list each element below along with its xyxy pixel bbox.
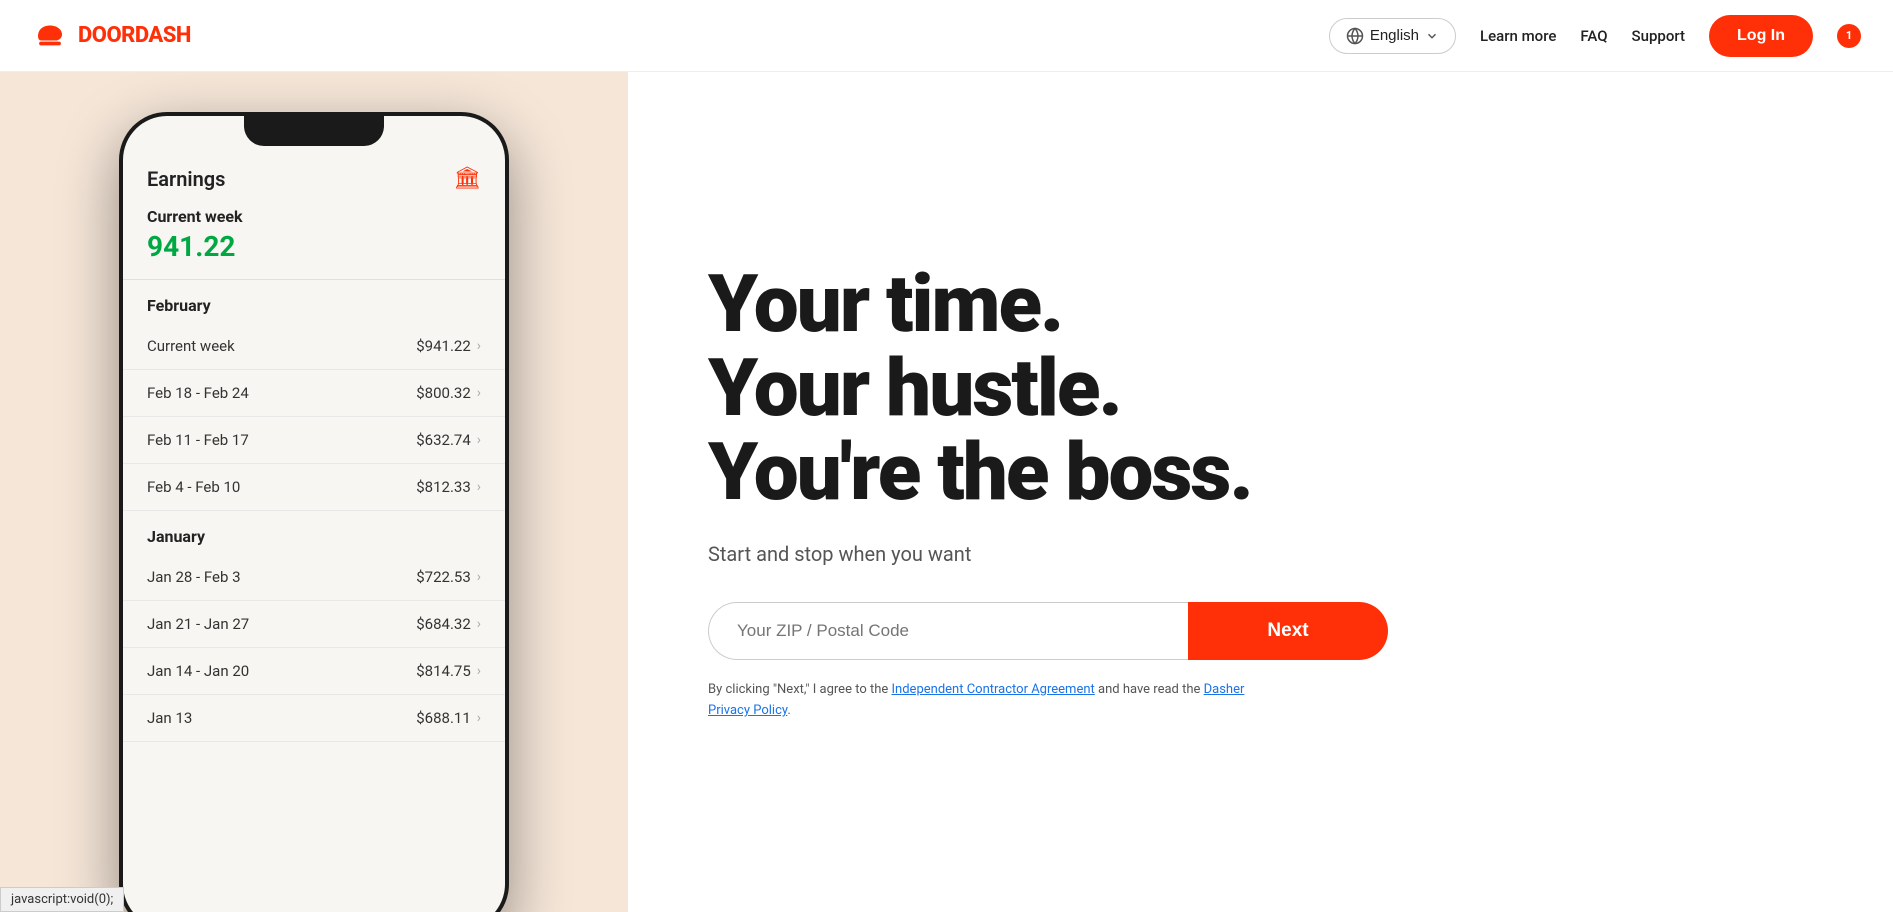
week-amount: $814.75 [416, 662, 471, 680]
chevron-right-icon: › [477, 663, 481, 679]
notification-badge[interactable]: 1 [1837, 24, 1861, 48]
current-week-label: Current week [147, 207, 481, 226]
language-label: English [1370, 27, 1419, 44]
support-link[interactable]: Support [1632, 27, 1685, 45]
phone-inner: Earnings 🏛 Current week 941.22 February … [123, 116, 505, 912]
table-row[interactable]: Jan 13 $688.11 › [123, 695, 505, 742]
hero-headline: Your time. Your hustle. You're the boss. [708, 262, 1813, 514]
table-row[interactable]: Jan 14 - Jan 20 $814.75 › [123, 648, 505, 695]
week-amount: $688.11 [416, 709, 471, 727]
week-range: Feb 18 - Feb 24 [147, 384, 249, 402]
hero-line3: You're the boss. [708, 425, 1252, 519]
table-row[interactable]: Feb 11 - Feb 17 $632.74 › [123, 417, 505, 464]
doordash-logo-text: DOORDASH [78, 23, 191, 48]
status-bar: javascript:void(0); [0, 887, 124, 912]
learn-more-link[interactable]: Learn more [1480, 27, 1556, 45]
week-amount-row: $800.32 › [416, 384, 481, 402]
hero-line2: Your hustle. [708, 341, 1121, 435]
app-screen-title: Earnings [147, 167, 225, 191]
site-header: DOORDASH English Learn more FAQ Support … [0, 0, 1893, 72]
week-range: Jan 14 - Jan 20 [147, 662, 249, 680]
week-amount: $684.32 [416, 615, 471, 633]
week-range: Jan 21 - Jan 27 [147, 615, 249, 633]
chevron-right-icon: › [477, 710, 481, 726]
week-range: Feb 11 - Feb 17 [147, 431, 249, 449]
february-label: February [123, 280, 505, 323]
cta-row: Next [708, 602, 1388, 660]
february-section: February Current week $941.22 › Feb 18 -… [123, 280, 505, 511]
logo-area: DOORDASH [32, 22, 191, 50]
table-row[interactable]: Jan 21 - Jan 27 $684.32 › [123, 601, 505, 648]
week-range: Jan 13 [147, 709, 192, 727]
january-section: January Jan 28 - Feb 3 $722.53 › Jan 21 … [123, 511, 505, 742]
next-button[interactable]: Next [1188, 602, 1388, 660]
chevron-right-icon: › [477, 385, 481, 401]
phone-mockup: Earnings 🏛 Current week 941.22 February … [119, 112, 509, 912]
january-label: January [123, 511, 505, 554]
chevron-right-icon: › [477, 338, 481, 354]
nav-right: English Learn more FAQ Support Log In 1 [1329, 15, 1861, 57]
week-amount-row: $812.33 › [416, 478, 481, 496]
app-header: Earnings 🏛 [123, 156, 505, 207]
legal-prefix: By clicking "Next," I agree to the [708, 682, 892, 697]
legal-middle: and have read the [1095, 682, 1204, 697]
hero-line1: Your time. [708, 257, 1062, 351]
chevron-down-icon [1425, 29, 1439, 43]
week-amount: $632.74 [416, 431, 471, 449]
earnings-section: Current week 941.22 [123, 207, 505, 280]
legal-text: By clicking "Next," I agree to the Indep… [708, 680, 1268, 722]
table-row[interactable]: Current week $941.22 › [123, 323, 505, 370]
week-amount: $800.32 [416, 384, 471, 402]
left-panel: Earnings 🏛 Current week 941.22 February … [0, 72, 628, 912]
login-button[interactable]: Log In [1709, 15, 1813, 57]
zip-input[interactable] [708, 602, 1188, 660]
language-selector[interactable]: English [1329, 18, 1456, 54]
phone-screen: Earnings 🏛 Current week 941.22 February … [123, 116, 505, 912]
right-panel: Your time. Your hustle. You're the boss.… [628, 72, 1893, 912]
week-amount: $812.33 [416, 478, 471, 496]
chevron-right-icon: › [477, 616, 481, 632]
status-bar-text: javascript:void(0); [11, 892, 113, 907]
main-content: Earnings 🏛 Current week 941.22 February … [0, 72, 1893, 912]
table-row[interactable]: Feb 18 - Feb 24 $800.32 › [123, 370, 505, 417]
table-row[interactable]: Jan 28 - Feb 3 $722.53 › [123, 554, 505, 601]
week-range: Feb 4 - Feb 10 [147, 478, 240, 496]
week-amount-row: $688.11 › [416, 709, 481, 727]
week-range: Jan 28 - Feb 3 [147, 568, 241, 586]
hero-subtitle: Start and stop when you want [708, 542, 1813, 566]
chevron-right-icon: › [477, 432, 481, 448]
legal-suffix: . [787, 703, 790, 718]
contractor-agreement-link[interactable]: Independent Contractor Agreement [892, 682, 1095, 697]
week-amount-row: $722.53 › [416, 568, 481, 586]
week-amount-row: $684.32 › [416, 615, 481, 633]
faq-link[interactable]: FAQ [1580, 27, 1607, 45]
globe-icon [1346, 27, 1364, 45]
bank-icon[interactable]: 🏛 [453, 166, 481, 191]
week-amount-row: $814.75 › [416, 662, 481, 680]
table-row[interactable]: Feb 4 - Feb 10 $812.33 › [123, 464, 505, 511]
week-amount-row: $941.22 › [416, 337, 481, 355]
week-amount: $941.22 [416, 337, 471, 355]
week-amount-row: $632.74 › [416, 431, 481, 449]
chevron-right-icon: › [477, 479, 481, 495]
phone-notch [244, 116, 384, 146]
week-range: Current week [147, 337, 235, 355]
week-amount: $722.53 [416, 568, 471, 586]
current-week-amount: 941.22 [147, 230, 481, 263]
chevron-right-icon: › [477, 569, 481, 585]
doordash-logo-icon [32, 22, 68, 50]
